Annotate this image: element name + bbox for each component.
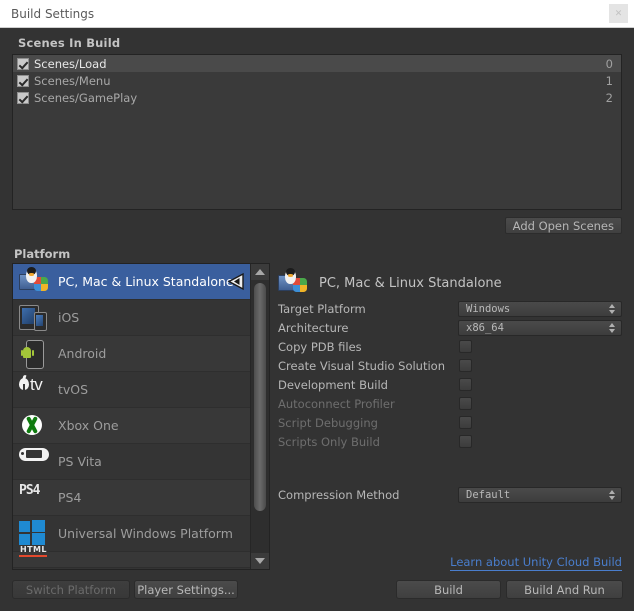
script-debugging-checkbox bbox=[459, 416, 472, 429]
platform-list-scrollbar[interactable] bbox=[250, 264, 269, 569]
platform-item-xbox-one[interactable]: Xbox One bbox=[13, 408, 251, 444]
platform-item-webgl[interactable]: HTML bbox=[13, 545, 251, 568]
settings-spacer bbox=[278, 450, 628, 467]
platform-item-ios[interactable]: iOS bbox=[13, 300, 251, 336]
platform-label: PS Vita bbox=[58, 454, 102, 469]
learn-about-unity-cloud-build-link[interactable]: Learn about Unity Cloud Build bbox=[450, 555, 622, 571]
ps4-icon: PS4 bbox=[19, 483, 40, 498]
platform-settings-panel: PC, Mac & Linux Standalone Target Platfo… bbox=[278, 268, 628, 503]
platform-list: PC, Mac & Linux Standalone iOS Android t… bbox=[13, 264, 251, 568]
platform-label: Android bbox=[58, 346, 107, 361]
standalone-icon bbox=[278, 268, 308, 297]
dropdown-value: Default bbox=[466, 488, 511, 501]
field-scripts-only-build: Scripts Only Build bbox=[278, 433, 628, 450]
architecture-dropdown[interactable]: x86_64 bbox=[458, 319, 622, 336]
field-development-build: Development Build bbox=[278, 376, 628, 393]
field-label: Target Platform bbox=[278, 301, 366, 316]
field-label: Architecture bbox=[278, 320, 349, 335]
scene-list-item[interactable]: Scenes/GamePlay 2 bbox=[13, 89, 621, 106]
scene-index: 0 bbox=[605, 56, 613, 71]
scene-enabled-checkbox[interactable] bbox=[17, 91, 29, 104]
add-open-scenes-button[interactable]: Add Open Scenes bbox=[504, 217, 622, 234]
ios-icon bbox=[19, 304, 49, 332]
build-and-run-button[interactable]: Build And Run bbox=[506, 580, 623, 599]
chevron-updown-icon bbox=[609, 489, 615, 500]
chevron-updown-icon bbox=[609, 322, 615, 333]
standalone-icon bbox=[19, 266, 49, 296]
scripts-only-build-checkbox bbox=[459, 435, 472, 448]
scene-list-item[interactable]: Scenes/Menu 1 bbox=[13, 72, 621, 89]
platform-label: PS4 bbox=[58, 490, 82, 505]
scene-name: Scenes/Load bbox=[34, 56, 107, 71]
scrollbar-thumb[interactable] bbox=[254, 283, 266, 511]
platform-item-standalone[interactable]: PC, Mac & Linux Standalone bbox=[13, 264, 251, 300]
platform-item-android[interactable]: Android bbox=[13, 336, 251, 372]
scene-index: 2 bbox=[605, 90, 613, 105]
html5-icon: HTML bbox=[19, 545, 49, 570]
platform-item-ps-vita[interactable]: PS Vita bbox=[13, 444, 251, 480]
chevron-updown-icon bbox=[609, 303, 615, 314]
field-autoconnect-profiler: Autoconnect Profiler bbox=[278, 395, 628, 412]
scene-name: Scenes/GamePlay bbox=[34, 90, 138, 105]
scroll-up-arrow-icon[interactable] bbox=[251, 264, 269, 280]
platform-header: Platform bbox=[14, 247, 71, 261]
settings-title-row: PC, Mac & Linux Standalone bbox=[278, 268, 628, 298]
compression-method-dropdown[interactable]: Default bbox=[458, 486, 622, 503]
close-icon[interactable]: ✕ bbox=[609, 4, 628, 23]
scroll-down-arrow-icon[interactable] bbox=[251, 553, 269, 569]
xbox-one-icon bbox=[19, 412, 49, 440]
dropdown-value: Windows bbox=[466, 302, 511, 315]
scene-enabled-checkbox[interactable] bbox=[17, 74, 29, 87]
window-titlebar: Build Settings ✕ bbox=[0, 0, 634, 28]
field-label: Autoconnect Profiler bbox=[278, 396, 395, 411]
scene-index: 1 bbox=[605, 73, 613, 88]
switch-platform-button[interactable]: Switch Platform bbox=[12, 580, 130, 599]
field-label: Copy PDB files bbox=[278, 339, 362, 354]
unity-logo-icon bbox=[226, 272, 245, 291]
scenes-in-build-list[interactable]: Scenes/Load 0 Scenes/Menu 1 Scenes/GameP… bbox=[12, 54, 622, 210]
field-label: Development Build bbox=[278, 377, 388, 392]
autoconnect-profiler-checkbox bbox=[459, 397, 472, 410]
field-compression-method: Compression Method Default bbox=[278, 486, 628, 503]
field-label: Script Debugging bbox=[278, 415, 378, 430]
copy-pdb-files-checkbox[interactable] bbox=[459, 340, 472, 353]
player-settings-button[interactable]: Player Settings... bbox=[134, 580, 238, 599]
create-visual-studio-solution-checkbox[interactable] bbox=[459, 359, 472, 372]
field-architecture: Architecture x86_64 bbox=[278, 319, 628, 336]
scene-enabled-checkbox[interactable] bbox=[17, 57, 29, 70]
platform-label: tvOS bbox=[58, 382, 89, 397]
settings-spacer bbox=[278, 467, 628, 484]
platform-label: Xbox One bbox=[58, 418, 119, 433]
android-icon bbox=[19, 339, 49, 369]
tvos-icon: tv bbox=[19, 375, 55, 404]
field-script-debugging: Script Debugging bbox=[278, 414, 628, 431]
build-button[interactable]: Build bbox=[396, 580, 501, 599]
field-create-visual-studio-solution: Create Visual Studio Solution bbox=[278, 357, 628, 374]
build-settings-window: Build Settings ✕ Scenes In Build Scenes/… bbox=[0, 0, 634, 611]
platform-item-tvos[interactable]: tv tvOS bbox=[13, 372, 251, 408]
platform-label: iOS bbox=[58, 310, 80, 325]
field-label: Compression Method bbox=[278, 487, 400, 502]
platform-label: Universal Windows Platform bbox=[58, 526, 233, 541]
platform-list-panel: PC, Mac & Linux Standalone iOS Android t… bbox=[12, 263, 270, 570]
development-build-checkbox[interactable] bbox=[459, 378, 472, 391]
platform-item-ps4[interactable]: PS4 PS4 bbox=[13, 480, 251, 516]
windows-icon bbox=[19, 519, 49, 548]
window-title: Build Settings bbox=[11, 7, 95, 21]
scene-list-item[interactable]: Scenes/Load 0 bbox=[13, 55, 621, 72]
field-label: Scripts Only Build bbox=[278, 434, 380, 449]
field-target-platform: Target Platform Windows bbox=[278, 300, 628, 317]
field-label: Create Visual Studio Solution bbox=[278, 358, 445, 373]
scenes-in-build-header: Scenes In Build bbox=[18, 36, 121, 50]
dropdown-value: x86_64 bbox=[466, 321, 504, 334]
ps-vita-icon bbox=[14, 447, 49, 476]
field-copy-pdb-files: Copy PDB files bbox=[278, 338, 628, 355]
settings-panel-title: PC, Mac & Linux Standalone bbox=[319, 275, 502, 291]
target-platform-dropdown[interactable]: Windows bbox=[458, 300, 622, 317]
platform-label: PC, Mac & Linux Standalone bbox=[58, 274, 234, 289]
scene-name: Scenes/Menu bbox=[34, 73, 111, 88]
